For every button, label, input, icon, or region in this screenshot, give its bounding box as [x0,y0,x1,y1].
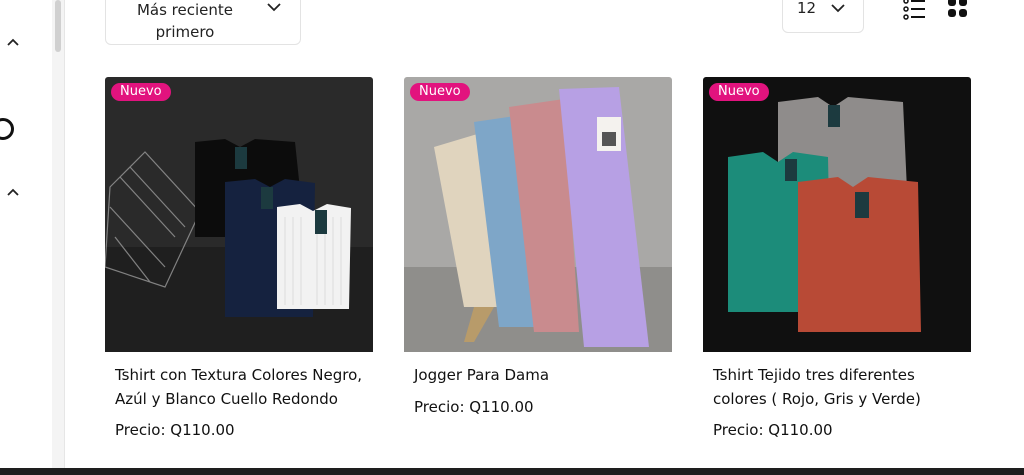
product-photo-tshirts-textura [105,77,373,352]
product-card[interactable]: Nuevo Tshirt con Textura Colores Negro, … [105,77,373,441]
product-price: Precio: Q110.00 [115,421,235,439]
product-card[interactable]: Nuevo Tshirt Tejido tres diferentes colo… [703,77,971,441]
new-badge: Nuevo [709,83,769,101]
chevron-down-icon [831,4,845,13]
product-image[interactable]: Nuevo [703,77,971,352]
new-badge: Nuevo [111,83,171,101]
list-view-icon[interactable] [903,0,927,20]
product-title[interactable]: Jogger Para Dama [414,364,662,388]
filter-sidebar [0,0,52,468]
chevron-down-icon [267,3,281,12]
scrollbar-thumb[interactable] [55,0,61,52]
chevron-up-icon[interactable] [6,186,20,200]
product-title[interactable]: Tshirt Tejido tres diferentes colores ( … [713,364,961,411]
product-title[interactable]: Tshirt con Textura Colores Negro, Azúl y… [115,364,363,411]
product-image[interactable]: Nuevo [105,77,373,352]
chevron-up-icon[interactable] [6,36,20,50]
sidebar-scrollbar[interactable] [52,0,65,468]
product-price: Precio: Q110.00 [713,421,833,439]
color-swatch[interactable] [0,118,14,140]
sort-select[interactable]: Más reciente primero [105,0,301,45]
new-badge: Nuevo [410,83,470,101]
product-image[interactable]: Nuevo [404,77,672,352]
product-photo-joggers [404,77,672,352]
sort-label: Más reciente primero [136,1,234,41]
per-page-select[interactable]: 12 [782,0,864,33]
product-photo-tshirts-tejido [703,77,971,352]
grid-view-icon[interactable] [948,0,968,18]
taskbar-edge [0,468,1024,475]
product-price: Precio: Q110.00 [414,397,534,416]
per-page-value: 12 [797,0,817,17]
product-card[interactable]: Nuevo Jogger Para Dama Precio: Q110.00 [404,77,672,418]
